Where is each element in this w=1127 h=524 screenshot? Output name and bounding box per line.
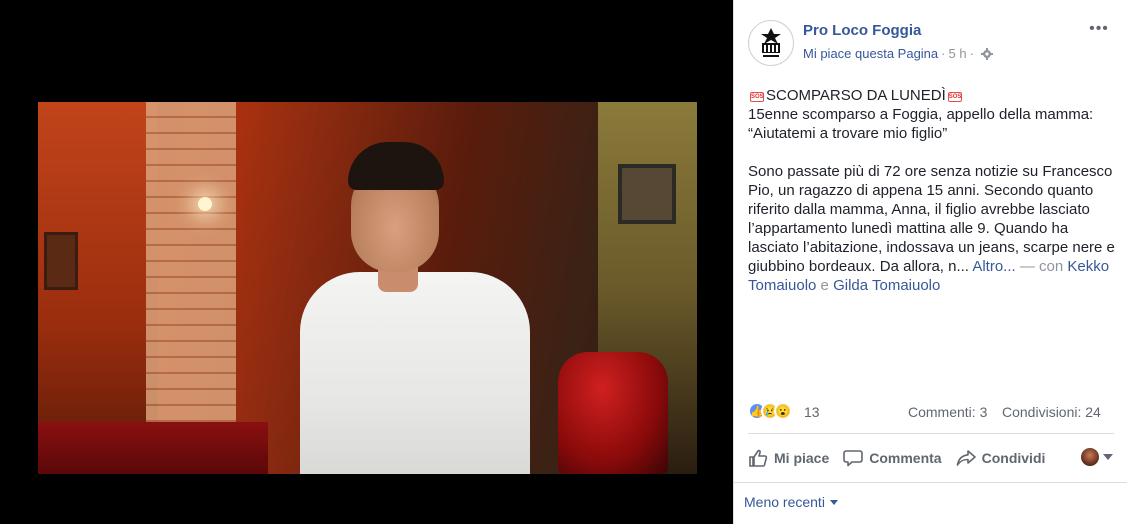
- comment-sort-label: Meno recenti: [744, 494, 825, 510]
- with-prefix: — con: [1019, 258, 1064, 275]
- comment-sort-dropdown[interactable]: Meno recenti: [744, 494, 838, 510]
- photo-person-hair: [348, 142, 444, 190]
- photo-brick-pillar: [146, 102, 236, 432]
- post-paragraph: Sono passate più di 72 ore senza notizie…: [748, 162, 1118, 295]
- shares-count[interactable]: Condivisioni: 24: [1002, 404, 1101, 420]
- post-headline-line: SOS SCOMPARSO DA LUNEDÌ SOS: [748, 86, 1118, 105]
- photo-picture-frame: [618, 164, 676, 224]
- comment-icon: [843, 450, 864, 467]
- divider: [734, 482, 1127, 483]
- like-page-link[interactable]: Mi piace questa Pagina: [803, 46, 938, 61]
- divider: [748, 433, 1114, 434]
- photo-red-chair: [558, 352, 668, 474]
- more-options-button[interactable]: •••: [1086, 21, 1112, 40]
- post-as-selector[interactable]: [1081, 448, 1113, 466]
- photo-lamp: [198, 197, 212, 211]
- sos-icon: SOS: [750, 92, 764, 102]
- like-button[interactable]: Mi piace: [748, 449, 829, 467]
- sos-icon: SOS: [947, 92, 962, 102]
- post-headline: SCOMPARSO DA LUNEDÌ: [766, 87, 946, 104]
- user-avatar: [1081, 448, 1099, 466]
- page-avatar[interactable]: [748, 20, 794, 66]
- tag-conjunction: e: [820, 277, 829, 294]
- reaction-icons[interactable]: 👍 😢 😮: [748, 402, 792, 420]
- post-subtitle: 15enne scomparso a Foggia, appello della…: [748, 106, 1094, 142]
- page-logo-icon: [753, 25, 789, 61]
- tagged-user-2[interactable]: Gilda Tomaiuolo: [833, 277, 940, 294]
- comments-count[interactable]: Commenti: 3: [908, 404, 987, 420]
- share-button-label: Condividi: [981, 450, 1046, 466]
- reactions-summary: 👍 😢 😮 13 Commenti: 3 Condivisioni: 24: [748, 402, 1114, 424]
- see-more-link[interactable]: Altro...: [972, 258, 1015, 275]
- post-panel: Pro Loco Foggia Mi piace questa Pagina ·…: [733, 0, 1127, 524]
- post-actions: Mi piace Commenta Condividi: [748, 444, 1114, 472]
- caret-down-icon: [829, 499, 838, 505]
- photo-picture-frame-left: [44, 232, 78, 290]
- media-viewer: [0, 0, 733, 524]
- thumbs-up-icon: [749, 449, 768, 467]
- like-button-label: Mi piace: [774, 450, 830, 466]
- gear-icon[interactable]: [980, 47, 993, 60]
- page-name-link[interactable]: Pro Loco Foggia: [803, 22, 921, 39]
- share-icon: [956, 450, 976, 466]
- post-meta: Mi piace questa Pagina · 5 h ·: [803, 46, 993, 61]
- post-photo[interactable]: [38, 102, 697, 474]
- post-header: Pro Loco Foggia Mi piace questa Pagina ·…: [734, 0, 1127, 72]
- chevron-down-icon: [1103, 454, 1113, 460]
- meta-separator: ·: [941, 46, 946, 61]
- reaction-count[interactable]: 13: [804, 404, 820, 420]
- photo-person-body: [300, 272, 530, 474]
- wow-icon: 😮: [774, 402, 792, 420]
- photo-table: [38, 422, 268, 474]
- meta-separator-2: ·: [969, 46, 974, 61]
- post-body: SOS SCOMPARSO DA LUNEDÌ SOS 15enne scompar…: [748, 86, 1118, 295]
- comment-button-label: Commenta: [869, 450, 942, 466]
- share-button[interactable]: Condividi: [956, 449, 1046, 467]
- post-timestamp[interactable]: 5 h: [949, 46, 967, 61]
- comment-button[interactable]: Commenta: [843, 449, 942, 467]
